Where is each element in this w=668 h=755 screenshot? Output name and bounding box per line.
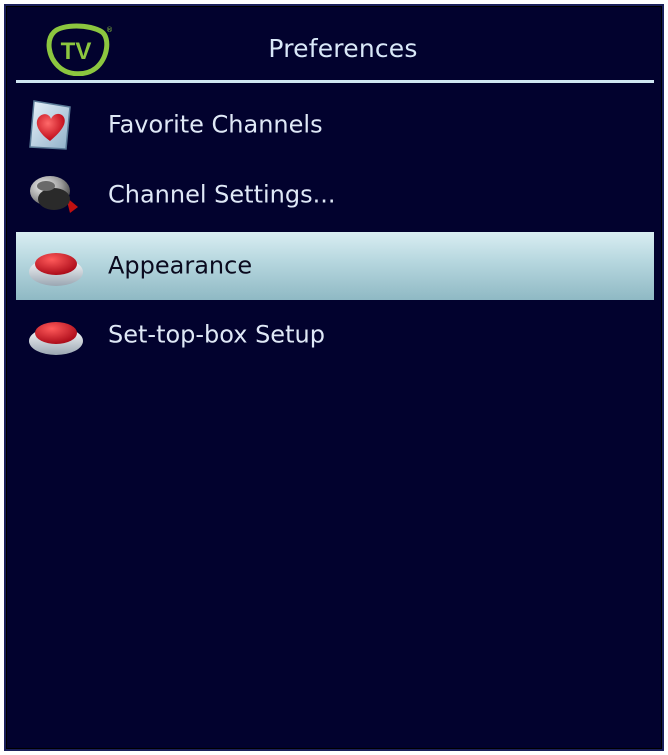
preferences-screen: TV ® Preferences Favorite Channels Chann…: [4, 4, 664, 751]
menu-item-channel-settings[interactable]: Channel Settings...: [16, 160, 654, 230]
svg-text:®: ®: [106, 26, 112, 34]
page-title: Preferences: [268, 34, 418, 63]
header-divider: [16, 80, 654, 83]
menu-item-favorite-channels[interactable]: Favorite Channels: [16, 90, 654, 160]
satellite-dish-icon: [30, 176, 78, 213]
menu-item-appearance[interactable]: Appearance: [16, 232, 654, 300]
menu-item-label: Set-top-box Setup: [108, 320, 325, 349]
red-button-icon: [29, 253, 83, 286]
preferences-menu: Favorite Channels Channel Settings... Ap…: [16, 90, 654, 370]
menu-item-label: Channel Settings...: [108, 180, 336, 209]
menu-item-label: Appearance: [108, 251, 253, 280]
menu-item-label: Favorite Channels: [108, 110, 323, 139]
header: TV ® Preferences: [6, 6, 662, 83]
red-button-icon: [29, 322, 83, 355]
menu-item-set-top-box-setup[interactable]: Set-top-box Setup: [16, 300, 654, 370]
heart-icon: [29, 100, 71, 150]
